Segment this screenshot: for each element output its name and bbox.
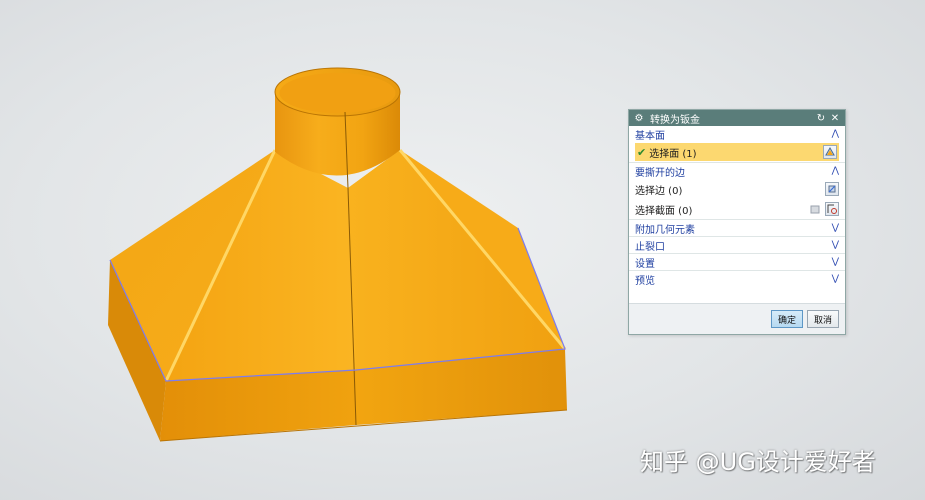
chevron-down-icon: ⋁: [831, 240, 839, 250]
group-header-settings[interactable]: 设置 ⋁: [629, 253, 845, 270]
group-label: 基本面: [635, 130, 665, 142]
reset-icon[interactable]: ↻: [815, 113, 827, 124]
watermark-text: 知乎 @UG设计爱好者: [640, 448, 876, 476]
select-section-row[interactable]: 选择截面 (0): [629, 199, 845, 219]
close-icon[interactable]: ✕: [829, 113, 841, 124]
cylinder-inner-opening: [279, 73, 396, 113]
select-edge-row[interactable]: 选择边 (0): [629, 179, 845, 199]
chevron-down-icon: ⋁: [831, 257, 839, 267]
chevron-down-icon: ⋁: [831, 274, 839, 284]
slope-face-front-right: [348, 150, 565, 370]
group-label: 止裂口: [635, 241, 665, 253]
group-header-base-face[interactable]: 基本面 ⋀: [629, 126, 845, 142]
select-edge-label: 选择边 (0): [635, 185, 683, 197]
dialog-title: 转换为钣金: [650, 114, 700, 126]
section-curve-icon[interactable]: [825, 202, 839, 216]
group-label: 附加几何元素: [635, 224, 695, 236]
gear-icon: ⚙: [634, 112, 644, 124]
base-front-wall-left: [160, 370, 356, 441]
group-label: 设置: [635, 258, 655, 270]
select-section-label: 选择截面 (0): [635, 205, 693, 217]
sketch-section-icon[interactable]: [808, 202, 822, 216]
group-header-relief[interactable]: 止裂口 ⋁: [629, 236, 845, 253]
ok-button[interactable]: 确定: [770, 310, 803, 328]
group-header-preview[interactable]: 预览 ⋁: [629, 270, 845, 287]
group-header-edges-to-rip[interactable]: 要撕开的边 ⋀: [629, 162, 845, 179]
select-face-label: 选择面 (1): [649, 148, 697, 160]
select-face-row[interactable]: ✔ 选择面 (1): [635, 143, 839, 161]
group-label: 要撕开的边: [635, 167, 685, 179]
dialog-button-bar: 确定 取消: [629, 303, 845, 334]
group-label: 预览: [635, 275, 655, 287]
chevron-up-icon: ⋀: [831, 129, 839, 139]
edge-select-icon[interactable]: [825, 182, 839, 196]
face-select-icon[interactable]: [823, 145, 837, 159]
cancel-button[interactable]: 取消: [806, 310, 839, 328]
chevron-down-icon: ⋁: [831, 223, 839, 233]
group-header-additional-geometry[interactable]: 附加几何元素 ⋁: [629, 219, 845, 236]
dialog-titlebar[interactable]: ⚙ 转换为钣金 ↻ ✕: [629, 110, 845, 126]
checkmark-icon: ✔: [637, 145, 647, 159]
chevron-up-icon: ⋀: [831, 166, 839, 176]
convert-to-sheet-metal-dialog: ⚙ 转换为钣金 ↻ ✕ 基本面 ⋀ ✔ 选择面 (1) 要撕开的边 ⋀ 选择边 …: [628, 109, 846, 335]
